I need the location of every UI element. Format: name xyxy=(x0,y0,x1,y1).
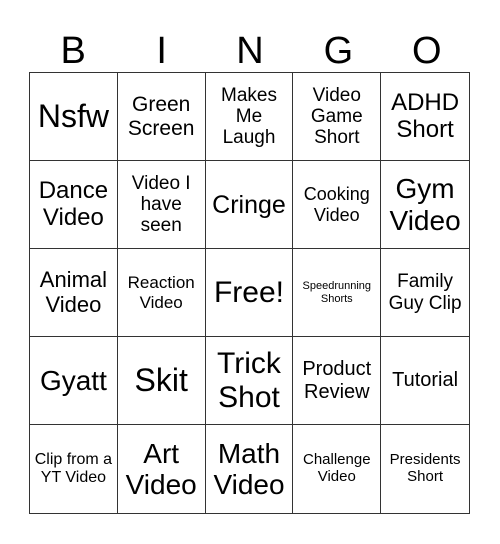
header-letter-o: O xyxy=(412,30,442,72)
cell-text: Product Review xyxy=(302,358,372,403)
cell-text: Nsfw xyxy=(37,97,109,134)
cell-text: Dance Video xyxy=(38,176,109,231)
cell-text: Makes Me Laugh xyxy=(221,84,277,149)
bingo-cell[interactable]: Product Review xyxy=(293,337,382,425)
bingo-cell[interactable]: Video I have seen xyxy=(117,161,206,249)
cell-text: Art Video xyxy=(125,437,197,500)
cell-text: Clip from a YT Video xyxy=(34,451,113,486)
cell-text: Family Guy Clip xyxy=(388,271,462,314)
cell-text: Speedrunning Shorts xyxy=(302,280,372,305)
cell-text: Presidents Short xyxy=(389,451,461,485)
cell-text: Cooking Video xyxy=(303,184,370,225)
cell-text: Video I have seen xyxy=(131,172,191,237)
header-letter-i: I xyxy=(156,30,167,72)
cell-text: Tutorial xyxy=(392,369,459,392)
bingo-cell[interactable]: Cringe xyxy=(205,161,294,249)
cell-text: Reaction Video xyxy=(127,273,195,312)
bingo-cell[interactable]: Animal Video xyxy=(30,249,118,337)
cell-text: Challenge Video xyxy=(303,451,371,485)
cell-text: Trick Shot xyxy=(217,346,281,414)
bingo-cell[interactable]: Makes Me Laugh xyxy=(205,73,294,161)
header-letter-b: B xyxy=(60,30,86,72)
bingo-cell[interactable]: Clip from a YT Video xyxy=(30,425,118,513)
bingo-cell[interactable]: Trick Shot xyxy=(205,337,294,425)
bingo-cell[interactable]: ADHD Short xyxy=(381,73,469,161)
cell-text: Skit xyxy=(134,361,188,398)
header-letter-n: N xyxy=(236,30,264,72)
bingo-cell[interactable]: Nsfw xyxy=(30,73,118,161)
cell-text: Animal Video xyxy=(39,266,108,317)
bingo-cell[interactable]: Gym Video xyxy=(381,161,469,249)
bingo-cell[interactable]: Art Video xyxy=(118,425,206,513)
bingo-cell[interactable]: Green Screen xyxy=(117,73,206,161)
cell-text: Green Screen xyxy=(127,92,195,140)
bingo-cell[interactable]: Video Game Short xyxy=(293,73,382,161)
bingo-cell[interactable]: Math Video xyxy=(206,425,294,513)
bingo-header: B I N G O xyxy=(29,30,471,72)
cell-text: ADHD Short xyxy=(391,88,460,143)
bingo-cell[interactable]: Presidents Short xyxy=(381,425,469,513)
bingo-cell[interactable]: Tutorial xyxy=(381,337,469,425)
bingo-cell[interactable]: Dance Video xyxy=(30,161,118,249)
cell-text: Gym Video xyxy=(389,173,461,236)
cell-text: Gyatt xyxy=(39,364,107,396)
bingo-cell[interactable]: Challenge Video xyxy=(293,425,382,513)
header-letter-g: G xyxy=(323,30,354,72)
bingo-cell[interactable]: Family Guy Clip xyxy=(381,249,469,337)
cell-text: Math Video xyxy=(213,437,285,500)
cell-text: Video Game Short xyxy=(310,84,363,149)
bingo-cell[interactable]: Cooking Video xyxy=(293,161,382,249)
bingo-grid: Nsfw Green Screen Makes Me Laugh Video G… xyxy=(29,72,470,514)
bingo-cell[interactable]: Gyatt xyxy=(30,337,118,425)
bingo-cell[interactable]: Skit xyxy=(117,337,206,425)
bingo-cell[interactable]: Reaction Video xyxy=(117,249,206,337)
cell-text: Free! xyxy=(213,275,284,309)
free-space-cell[interactable]: Free! xyxy=(205,249,294,337)
cell-text: Cringe xyxy=(212,190,286,219)
bingo-cell[interactable]: Speedrunning Shorts xyxy=(293,249,382,337)
